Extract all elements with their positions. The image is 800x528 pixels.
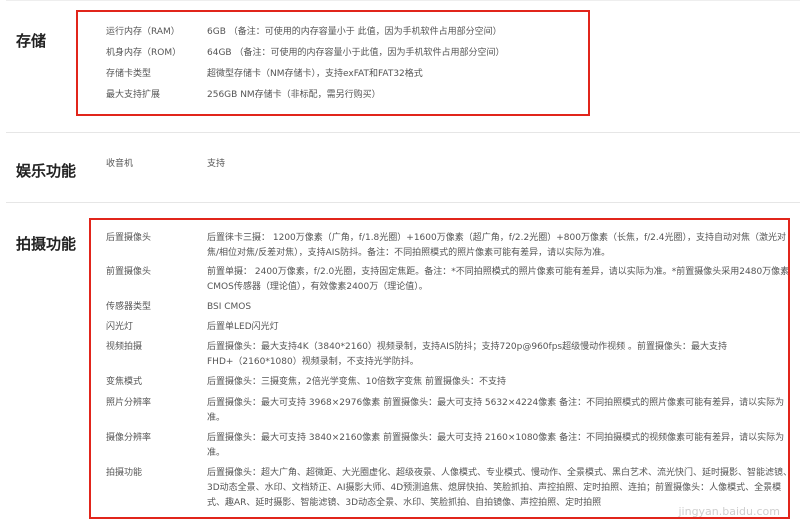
spec-key: 收音机 — [106, 159, 134, 169]
section-title: 拍摄功能 — [16, 235, 77, 253]
section-title: 存储 — [16, 32, 47, 50]
entertainment-section: 娱乐功能 收音机 支持 — [0, 133, 800, 203]
spec-value: 支持 — [207, 159, 226, 169]
highlight-box-camera — [89, 218, 790, 519]
watermark: jingyan.baidu.com — [678, 505, 780, 518]
highlight-box-storage — [76, 10, 590, 116]
section-title: 娱乐功能 — [16, 162, 77, 180]
